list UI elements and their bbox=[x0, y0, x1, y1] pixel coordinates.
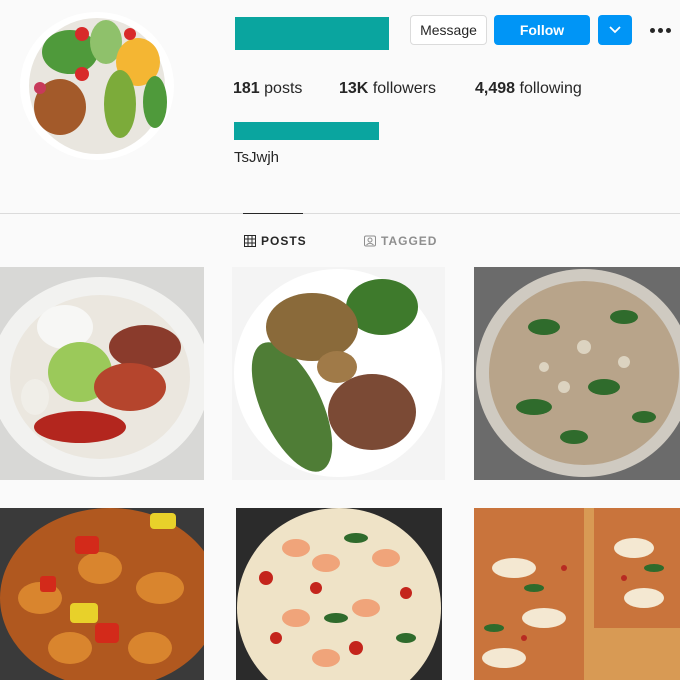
tab-tagged[interactable]: TAGGED bbox=[364, 234, 437, 248]
profile-avatar[interactable] bbox=[20, 12, 174, 160]
message-button[interactable]: Message bbox=[410, 15, 487, 45]
followers-count: 13K bbox=[339, 80, 369, 97]
more-options-icon[interactable] bbox=[650, 24, 674, 36]
post-thumbnail[interactable] bbox=[236, 508, 442, 680]
posts-stat: 181 posts bbox=[233, 80, 302, 98]
posts-label: posts bbox=[264, 80, 303, 97]
followers-label: followers bbox=[372, 80, 436, 97]
redacted-bio-line bbox=[234, 122, 379, 140]
profile-display-name: TsJwjh bbox=[234, 149, 280, 166]
post-thumbnail[interactable] bbox=[474, 267, 680, 480]
following-label: following bbox=[519, 80, 582, 97]
suggested-accounts-dropdown-button[interactable] bbox=[598, 15, 632, 45]
posts-count: 181 bbox=[233, 80, 260, 97]
following-count: 4,498 bbox=[475, 80, 516, 97]
active-tab-indicator bbox=[243, 213, 303, 214]
followers-stat[interactable]: 13K followers bbox=[339, 80, 436, 98]
grid-icon bbox=[244, 235, 256, 247]
post-thumbnail[interactable] bbox=[232, 267, 445, 480]
post-thumbnail[interactable] bbox=[0, 267, 204, 480]
following-stat[interactable]: 4,498 following bbox=[475, 80, 582, 98]
tab-tagged-label: TAGGED bbox=[381, 234, 438, 248]
tagged-icon bbox=[364, 235, 376, 247]
redacted-username bbox=[235, 17, 389, 50]
tab-posts[interactable]: POSTS bbox=[244, 234, 307, 248]
tab-posts-label: POSTS bbox=[261, 234, 307, 248]
chevron-down-icon bbox=[609, 26, 621, 34]
post-thumbnail[interactable] bbox=[0, 508, 204, 680]
post-thumbnail[interactable] bbox=[474, 508, 680, 680]
follow-button[interactable]: Follow bbox=[494, 15, 590, 45]
tabs-divider bbox=[0, 213, 680, 214]
